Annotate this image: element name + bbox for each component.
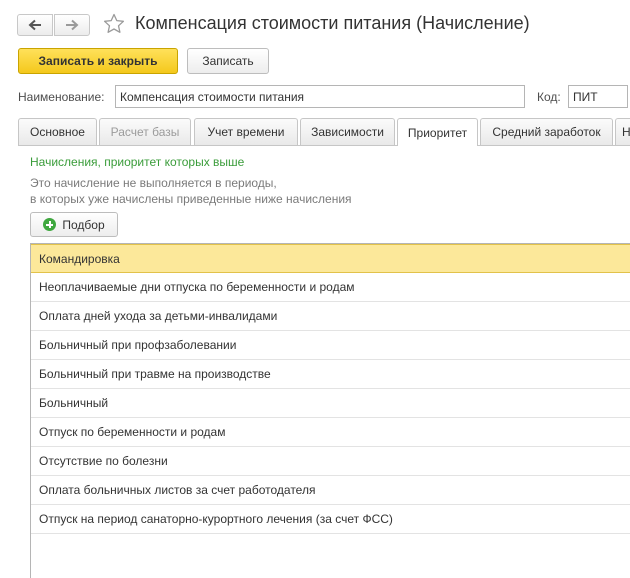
pick-button-label: Подбор bbox=[62, 217, 105, 232]
save-and-close-button[interactable]: Записать и закрыть bbox=[18, 48, 178, 74]
table-row[interactable]: Отсутствие по болезни bbox=[31, 447, 630, 476]
tab-time-accounting[interactable]: Учет времени bbox=[194, 118, 298, 145]
back-button[interactable] bbox=[17, 14, 53, 36]
priority-table[interactable]: Командировка Неоплачиваемые дни отпуска … bbox=[30, 243, 630, 578]
tab-bar: Основное Расчет базы Учет времени Зависи… bbox=[18, 118, 630, 146]
tab-average-earnings[interactable]: Средний заработок bbox=[480, 118, 613, 145]
tab-more[interactable]: Н bbox=[615, 118, 630, 145]
tab-base-calc: Расчет базы bbox=[99, 118, 191, 145]
table-row[interactable]: Отпуск по беременности и родам bbox=[31, 418, 630, 447]
table-row[interactable]: Оплата больничных листов за счет работод… bbox=[31, 476, 630, 505]
name-field[interactable]: Компенсация стоимости питания bbox=[115, 85, 525, 108]
tab-dependencies[interactable]: Зависимости bbox=[300, 118, 395, 145]
forward-button[interactable] bbox=[54, 14, 90, 36]
priority-note-line2: в которых уже начислены приведенные ниже… bbox=[30, 192, 352, 206]
table-row[interactable]: Отпуск на период санаторно-курортного ле… bbox=[31, 505, 630, 534]
table-row[interactable]: Больничный при травме на производстве bbox=[31, 360, 630, 389]
table-row[interactable]: Оплата дней ухода за детьми-инвалидами bbox=[31, 302, 630, 331]
star-icon[interactable] bbox=[102, 12, 126, 36]
page-title: Компенсация стоимости питания (Начислени… bbox=[135, 13, 530, 33]
table-row[interactable]: Больничный bbox=[31, 389, 630, 418]
pick-button[interactable]: Подбор bbox=[30, 212, 118, 237]
save-button[interactable]: Записать bbox=[187, 48, 269, 74]
code-label: Код: bbox=[537, 90, 561, 104]
code-field[interactable]: ПИТ bbox=[568, 85, 628, 108]
arrow-right-icon bbox=[66, 19, 79, 31]
table-row[interactable]: Больничный при профзаболевании bbox=[31, 331, 630, 360]
tab-priority[interactable]: Приоритет bbox=[397, 118, 478, 146]
arrow-left-icon bbox=[28, 19, 41, 31]
name-label: Наименование: bbox=[18, 90, 105, 104]
priority-heading: Начисления, приоритет которых выше bbox=[30, 155, 245, 169]
table-row[interactable]: Командировка bbox=[31, 244, 630, 273]
priority-note-line1: Это начисление не выполняется в периоды, bbox=[30, 176, 277, 190]
tab-main[interactable]: Основное bbox=[18, 118, 97, 145]
plus-circle-icon bbox=[43, 218, 57, 231]
table-row[interactable]: Неоплачиваемые дни отпуска по беременнос… bbox=[31, 273, 630, 302]
